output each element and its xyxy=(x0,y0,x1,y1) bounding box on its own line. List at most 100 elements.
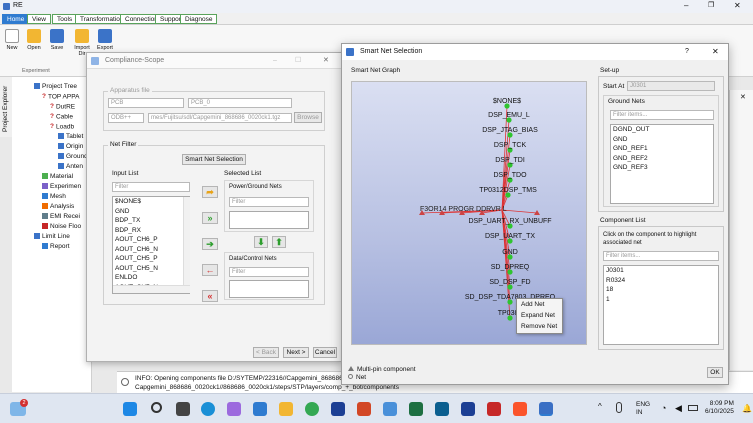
list-item[interactable]: DGND_OUT xyxy=(611,125,713,135)
list-item[interactable]: BDP_RX xyxy=(113,226,189,236)
tree-item[interactable]: Experimen xyxy=(42,182,81,192)
menu-home[interactable]: Home xyxy=(2,14,30,24)
maximize-icon[interactable]: ☐ xyxy=(295,53,301,69)
tree-item[interactable]: ? TOP APPA xyxy=(42,92,79,102)
list-item[interactable]: BDP_TX xyxy=(113,216,189,226)
tree-item[interactable]: Material xyxy=(42,172,73,182)
net-node-label[interactable]: TP0312DSP_TMS xyxy=(479,187,537,194)
copilot-icon[interactable] xyxy=(227,402,241,416)
move-to-power-button[interactable]: ➦ xyxy=(202,186,218,198)
tree-item[interactable]: Mesh xyxy=(42,192,66,202)
net-node-label[interactable]: DSP_TDI xyxy=(495,157,525,164)
ok-button[interactable]: OK xyxy=(707,367,723,378)
powerpoint-icon[interactable] xyxy=(357,402,371,416)
list-item[interactable]: AOUT_CH5_P xyxy=(113,254,189,264)
menu-view[interactable]: View xyxy=(27,14,51,24)
photos-icon[interactable] xyxy=(383,402,397,416)
data-control-list[interactable] xyxy=(229,280,309,298)
start-icon[interactable] xyxy=(123,402,137,416)
net-node-label[interactable]: DSP_JTAG_BIAS xyxy=(482,127,538,134)
format-select[interactable]: ODB++ xyxy=(108,113,144,123)
power-ground-list[interactable] xyxy=(229,211,309,229)
file-explorer-icon[interactable] xyxy=(279,402,293,416)
clock[interactable]: 8:09 PM 6/10/2025 xyxy=(705,400,734,416)
tree-item[interactable]: Noise Floo xyxy=(42,222,81,232)
bell-icon[interactable]: 🔔 xyxy=(742,404,752,413)
list-item[interactable]: GND_REF3 xyxy=(611,163,713,173)
tree-item[interactable]: Project Tree xyxy=(34,82,77,92)
minimize-icon[interactable]: – xyxy=(273,53,277,69)
list-item[interactable]: 1 xyxy=(604,295,718,305)
save-button[interactable]: Save xyxy=(47,29,67,51)
store-icon[interactable] xyxy=(253,402,267,416)
list-item[interactable]: AOUT_CH5_N xyxy=(113,264,189,274)
input-list[interactable]: $NONE$ GND BDP_TX BDP_RX AOUT_CH6_P AOUT… xyxy=(112,196,190,294)
tree-item[interactable]: ? Loadb xyxy=(50,122,74,132)
pcb-select[interactable]: PCB xyxy=(108,98,184,108)
project-explorer-tab[interactable]: Project Explorer xyxy=(0,77,12,137)
smart-net-selection-button[interactable]: Smart Net Selection xyxy=(182,154,246,165)
tree-item[interactable]: Tablet xyxy=(58,132,83,142)
net-node-label[interactable]: SD_DPREQ xyxy=(491,264,530,271)
export-button[interactable]: Export xyxy=(95,29,115,51)
minimize-icon[interactable]: – xyxy=(684,1,688,10)
chevron-up-icon[interactable]: ^ xyxy=(598,402,602,411)
tree-item[interactable]: Anten xyxy=(58,162,83,172)
horizontal-scrollbar[interactable] xyxy=(113,285,190,293)
expand-net-menu-item[interactable]: Expand Net xyxy=(517,310,562,321)
component-filter[interactable]: Filter items... xyxy=(603,251,719,261)
remove-all-button[interactable]: « xyxy=(202,290,218,302)
tree-item[interactable]: Analysis xyxy=(42,202,74,212)
chrome-icon[interactable] xyxy=(305,402,319,416)
cancel-button[interactable]: Cancel xyxy=(313,347,337,358)
input-filter[interactable]: Filter xyxy=(112,182,190,192)
start-at-select[interactable]: J0301 xyxy=(627,81,715,91)
list-item[interactable]: GND xyxy=(113,207,189,217)
net-node-label[interactable]: GND xyxy=(502,249,518,256)
ground-filter[interactable]: Filter items... xyxy=(610,110,714,120)
net-node-label[interactable]: DSP_UART_TX xyxy=(485,233,535,240)
new-button[interactable]: New xyxy=(2,29,22,51)
list-item[interactable]: GND_REF1 xyxy=(611,144,713,154)
speaker-icon[interactable]: ◀ xyxy=(675,403,682,414)
add-all-button[interactable]: » xyxy=(202,212,218,224)
remove-button[interactable]: ← xyxy=(202,264,218,276)
wifi-icon[interactable]: ◔ xyxy=(661,403,666,413)
edge-icon[interactable] xyxy=(201,402,215,416)
net-node-label[interactable]: SD_DSP_FD xyxy=(489,279,530,286)
battery-icon[interactable] xyxy=(688,405,698,411)
smart-net-graph[interactable]: $NONE$ DSP_EMU_L DSP_JTAG_BIAS DSP_TCK DSP_T… xyxy=(351,81,587,345)
add-net-menu-item[interactable]: Add Net xyxy=(517,299,562,310)
list-item[interactable]: R0324 xyxy=(604,276,718,286)
tree-item[interactable]: ? DutRE xyxy=(50,102,75,112)
pdf-icon[interactable] xyxy=(487,402,501,416)
close-icon[interactable]: ✕ xyxy=(712,44,719,60)
browse-button[interactable]: Browse xyxy=(294,112,322,123)
menu-tools[interactable]: Tools xyxy=(52,14,78,24)
list-item[interactable]: 18 xyxy=(604,285,718,295)
app3-icon[interactable] xyxy=(461,402,475,416)
list-item[interactable]: GND xyxy=(611,135,713,145)
component-list[interactable]: J0301 R0324 18 1 xyxy=(603,265,719,345)
tree-item[interactable]: Report xyxy=(42,242,70,252)
list-item[interactable]: GND_REF2 xyxy=(611,154,713,164)
app2-icon[interactable] xyxy=(435,402,449,416)
list-item[interactable]: AOUT_CH6_P xyxy=(113,235,189,245)
tree-item[interactable]: Ground xyxy=(58,152,88,162)
data-filter[interactable]: Filter xyxy=(229,267,309,277)
help-icon[interactable]: ? xyxy=(685,44,689,60)
tree-item[interactable]: Limit Line xyxy=(34,232,70,242)
remove-net-menu-item[interactable]: Remove Net xyxy=(517,321,562,332)
list-item[interactable]: J0301 xyxy=(604,266,718,276)
menu-diagnose[interactable]: Diagnose xyxy=(180,14,218,24)
task-view-icon[interactable] xyxy=(176,402,190,416)
restore-icon[interactable]: ❐ xyxy=(708,1,714,9)
back-button[interactable]: < Back xyxy=(253,347,279,358)
excel-icon[interactable] xyxy=(409,402,423,416)
ground-nets-list[interactable]: DGND_OUT GND GND_REF1 GND_REF2 GND_REF3 xyxy=(610,124,714,204)
power-filter[interactable]: Filter xyxy=(229,197,309,207)
microphone-icon[interactable] xyxy=(616,402,622,413)
close-icon[interactable]: ✕ xyxy=(734,1,741,10)
re-app-icon[interactable] xyxy=(539,402,553,416)
language-indicator[interactable]: ENG IN xyxy=(636,401,650,417)
